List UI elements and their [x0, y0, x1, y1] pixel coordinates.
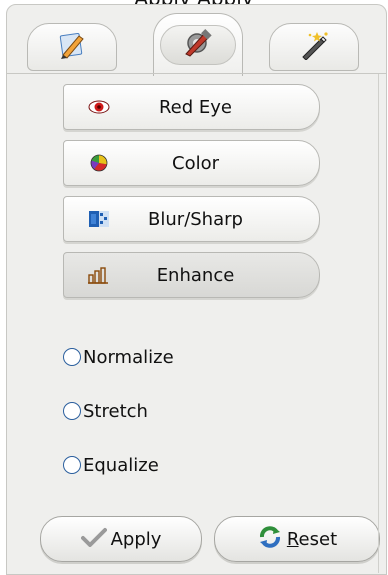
tab-effects[interactable] [269, 23, 359, 71]
tools-icon [180, 28, 216, 62]
red-eye-button[interactable]: Red Eye [63, 84, 320, 130]
reset-icon [257, 525, 283, 553]
color-button[interactable]: Color [63, 140, 320, 186]
radio-circle[interactable] [63, 402, 81, 420]
enhance-button[interactable]: Enhance [63, 252, 320, 298]
reset-label: Reset [286, 528, 338, 550]
radio-equalize[interactable]: Equalize [63, 452, 159, 478]
color-wheel-icon [88, 154, 110, 172]
checkmark-icon [80, 527, 107, 551]
enhance-icon [88, 266, 110, 284]
blur-sharp-icon [88, 210, 110, 228]
radio-circle[interactable] [63, 348, 81, 366]
magic-wand-icon [297, 30, 331, 64]
radio-circle[interactable] [63, 456, 81, 474]
apply-button[interactable]: Apply [40, 516, 202, 562]
tab-edit[interactable] [27, 23, 117, 71]
radio-stretch[interactable]: Stretch [63, 398, 148, 424]
pencil-edit-icon [55, 30, 89, 64]
tab-strip [7, 5, 386, 83]
red-eye-icon [88, 98, 110, 116]
blur-sharp-button[interactable]: Blur/Sharp [63, 196, 320, 242]
tools-panel: Red Eye Color Blur/Sharp Enhance Normali… [6, 4, 387, 575]
radio-normalize[interactable]: Normalize [63, 344, 174, 370]
reset-button[interactable]: Reset [214, 516, 380, 562]
tab-tools[interactable] [153, 13, 243, 76]
